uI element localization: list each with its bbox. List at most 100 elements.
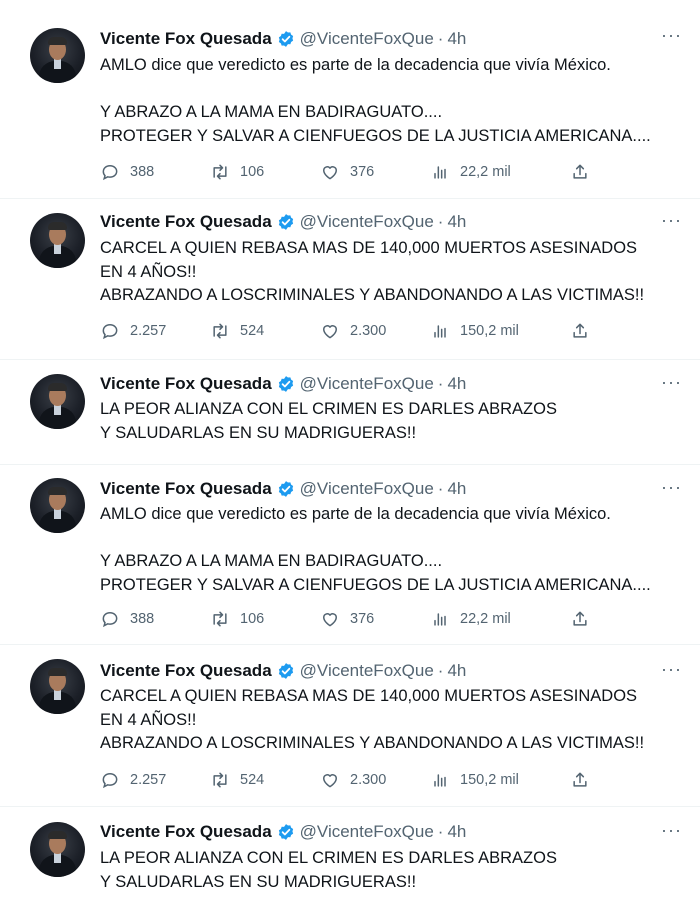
author-name[interactable]: Vicente Fox Quesada [100,374,272,394]
like-button[interactable]: 2.300 [320,770,386,790]
retweet-button[interactable]: 524 [210,770,264,790]
avatar[interactable] [30,822,85,877]
tweet-text: LA PEOR ALIANZA CON EL CRIMEN ES DARLES … [100,849,562,891]
speech-bubble-icon [102,611,118,628]
views-button[interactable]: 22,2 mil [430,162,511,182]
author-name[interactable]: Vicente Fox Quesada [100,212,272,232]
timestamp[interactable]: 4h [447,822,466,842]
reply-count: 2.257 [130,772,167,788]
like-button[interactable]: 376 [320,162,374,182]
like-button[interactable]: 2.300 [320,321,386,341]
tweet[interactable]: Vicente Fox Quesada @VicenteFoxQue · 4h … [0,465,700,645]
share-button[interactable] [570,321,590,341]
more-dots-icon[interactable]: ··· [661,373,682,391]
separator-dot: · [437,661,444,680]
tweet-actions: 388 106 376 22,2 mil [100,609,600,631]
separator-dot: · [437,822,444,841]
avatar[interactable] [30,478,85,533]
author-handle[interactable]: @VicenteFoxQue [300,479,434,499]
like-button[interactable]: 376 [320,609,374,629]
share-button[interactable] [570,162,590,182]
share-button[interactable] [570,770,590,790]
tweet[interactable]: Vicente Fox Quesada @VicenteFoxQue · 4h … [0,199,700,360]
author-name[interactable]: Vicente Fox Quesada [100,29,272,49]
speech-bubble-icon [102,164,118,181]
retweet-arrows-icon [213,772,227,788]
author-name[interactable]: Vicente Fox Quesada [100,661,272,681]
tweet[interactable]: Vicente Fox Quesada @VicenteFoxQue · 4h … [0,0,700,199]
verified-badge-icon [278,824,293,840]
tweet-feed: Vicente Fox Quesada @VicenteFoxQue · 4h … [0,0,700,919]
like-count: 376 [350,164,375,180]
retweet-count: 106 [240,164,265,180]
retweet-button[interactable]: 106 [210,609,264,629]
author-name[interactable]: Vicente Fox Quesada [100,479,272,499]
author-handle[interactable]: @VicenteFoxQue [300,661,434,681]
retweet-count: 106 [240,611,265,627]
reply-count: 2.257 [130,323,167,339]
verified-badge-icon [278,663,293,679]
more-dots-icon[interactable]: ··· [661,478,682,496]
author-name[interactable]: Vicente Fox Quesada [100,822,272,842]
tweet[interactable]: Vicente Fox Quesada @VicenteFoxQue · 4h … [0,360,700,465]
views-button[interactable]: 22,2 mil [430,609,511,629]
author-handle[interactable]: @VicenteFoxQue [300,822,434,842]
views-count: 22,2 mil [460,611,511,627]
verified-badge-icon [278,214,293,230]
timestamp[interactable]: 4h [447,661,466,681]
tweet-header: Vicente Fox Quesada @VicenteFoxQue · 4h [100,660,466,682]
avatar[interactable] [30,213,85,268]
tweet[interactable]: Vicente Fox Quesada @VicenteFoxQue · 4h … [0,645,700,807]
author-handle[interactable]: @VicenteFoxQue [300,212,434,232]
reply-count: 388 [130,164,155,180]
tweet-actions: 2.257 524 2.300 150,2 mil [100,770,600,792]
avatar[interactable] [30,659,85,714]
avatar[interactable] [30,374,85,429]
more-dots-icon[interactable]: ··· [661,26,682,44]
more-dots-icon[interactable]: ··· [661,211,682,229]
reply-button[interactable]: 2.257 [100,770,166,790]
reply-button[interactable]: 388 [100,609,154,629]
verified-badge-icon [278,31,293,47]
more-dots-icon[interactable]: ··· [661,821,682,839]
like-count: 2.300 [350,772,387,788]
reply-button[interactable]: 2.257 [100,321,166,341]
tweet-actions: 388 106 376 22,2 mil [100,162,600,184]
like-count: 376 [350,611,375,627]
heart-icon [323,613,337,627]
speech-bubble-icon [102,323,118,340]
separator-dot: · [437,212,444,231]
more-dots-icon[interactable]: ··· [661,660,682,678]
views-button[interactable]: 150,2 mil [430,770,519,790]
tweet-header: Vicente Fox Quesada @VicenteFoxQue · 4h [100,478,466,500]
timestamp[interactable]: 4h [447,212,466,232]
avatar[interactable] [30,28,85,83]
author-handle[interactable]: @VicenteFoxQue [300,29,434,49]
bar-chart-icon [434,325,446,338]
reply-button[interactable]: 388 [100,162,154,182]
share-upload-icon [573,323,587,338]
bar-chart-icon [434,774,446,787]
share-upload-icon [573,611,587,626]
tweet-text: AMLO dice que veredicto es parte de la d… [100,56,651,145]
author-handle[interactable]: @VicenteFoxQue [300,374,434,394]
tweet-header: Vicente Fox Quesada @VicenteFoxQue · 4h [100,373,466,395]
retweet-count: 524 [240,323,265,339]
tweet[interactable]: Vicente Fox Quesada @VicenteFoxQue · 4h … [0,807,700,919]
retweet-button[interactable]: 106 [210,162,264,182]
tweet-text: LA PEOR ALIANZA CON EL CRIMEN ES DARLES … [100,400,562,442]
timestamp[interactable]: 4h [447,29,466,49]
like-count: 2.300 [350,323,387,339]
retweet-button[interactable]: 524 [210,321,264,341]
timestamp[interactable]: 4h [447,374,466,394]
verified-badge-icon [278,481,293,497]
views-button[interactable]: 150,2 mil [430,321,519,341]
separator-dot: · [437,29,444,48]
tweet-header: Vicente Fox Quesada @VicenteFoxQue · 4h [100,211,466,233]
tweet-header: Vicente Fox Quesada @VicenteFoxQue · 4h [100,28,466,50]
share-button[interactable] [570,609,590,629]
timestamp[interactable]: 4h [447,479,466,499]
retweet-arrows-icon [213,611,227,627]
views-count: 150,2 mil [460,772,519,788]
separator-dot: · [437,479,444,498]
